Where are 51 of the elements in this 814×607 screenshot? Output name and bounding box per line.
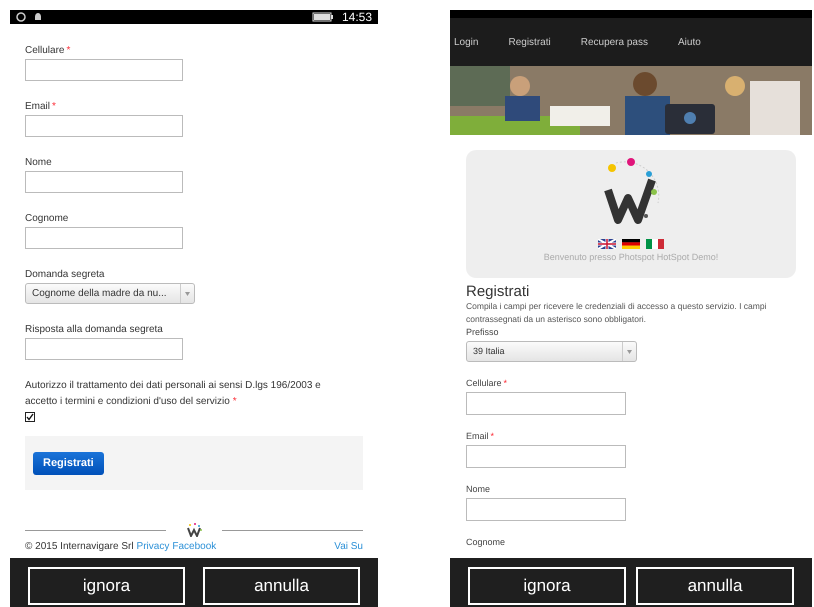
caret-icon	[627, 350, 632, 354]
clock-time: 14:53	[342, 11, 372, 23]
field-label: Nome	[25, 156, 52, 170]
nav-link[interactable]: Login	[454, 34, 478, 50]
field-label: Risposta alla domanda segreta	[25, 322, 163, 336]
dropdown[interactable]: 39 Italia	[466, 341, 637, 362]
dialog-button[interactable]: ignora	[468, 567, 626, 605]
dialog-button[interactable]: ignora	[28, 567, 185, 605]
input-field[interactable]	[466, 392, 626, 415]
flag-icon	[646, 239, 664, 249]
input-field[interactable]	[25, 115, 183, 137]
logo-icon	[186, 523, 202, 537]
register-button[interactable]: Registrati	[33, 452, 104, 474]
field-label: Email	[25, 100, 50, 114]
footer-link[interactable]: Privacy	[136, 539, 170, 554]
input-field[interactable]	[25, 227, 183, 249]
dropdown[interactable]: Cognome della madre da nu...	[25, 283, 195, 304]
field-label: Cognome	[466, 536, 506, 550]
flag-icon	[598, 239, 616, 249]
welcome-text: Benvenuto presso Photspot HotSpot Demo!	[544, 251, 718, 264]
input-field[interactable]	[25, 338, 183, 360]
consent-text: Autorizzo il trattamento dei dati personali ai sensi D.lgs 196/2003 e accetto i termini e condizioni d'uso del servizio *	[25, 379, 322, 409]
field-label: Cellulare	[466, 377, 502, 390]
dialog-button[interactable]: annulla	[636, 567, 794, 605]
checkbox[interactable]	[25, 412, 35, 422]
input-field[interactable]	[25, 59, 183, 81]
back-to-top-link[interactable]: Vai Su	[334, 539, 363, 554]
field-label: Prefisso	[466, 326, 499, 340]
input-field[interactable]	[466, 498, 626, 521]
input-field[interactable]	[466, 445, 626, 468]
dialog-button[interactable]: annulla	[203, 567, 360, 605]
intro-text: Compila i campi per ricevere le credenziali di accesso a questo servizio. I campi contrassegnati da un asterisco sono obbligatori.	[466, 300, 768, 326]
required-mark: *	[52, 100, 56, 114]
required-mark: *	[66, 44, 70, 58]
field-label: Nome	[466, 483, 490, 496]
field-label: Cellulare	[25, 44, 64, 58]
section-heading: Registrati	[466, 284, 530, 300]
input-field[interactable]	[25, 171, 183, 193]
footer-link[interactable]: Facebook	[172, 539, 216, 554]
nav-link[interactable]: Registrati	[508, 34, 551, 50]
copyright-text: © 2015 Internavigare Srl	[25, 540, 134, 554]
field-label: Cognome	[25, 212, 68, 226]
required-mark: *	[504, 377, 508, 390]
nav-link[interactable]: Recupera pass	[580, 34, 648, 50]
field-label: Email	[466, 430, 489, 444]
required-mark: *	[490, 430, 494, 444]
battery-icon	[312, 12, 336, 22]
nav-link[interactable]: Aiuto	[678, 34, 701, 50]
flag-icon	[622, 239, 640, 249]
caret-icon	[185, 292, 190, 296]
field-label: Domanda segreta	[25, 268, 104, 282]
